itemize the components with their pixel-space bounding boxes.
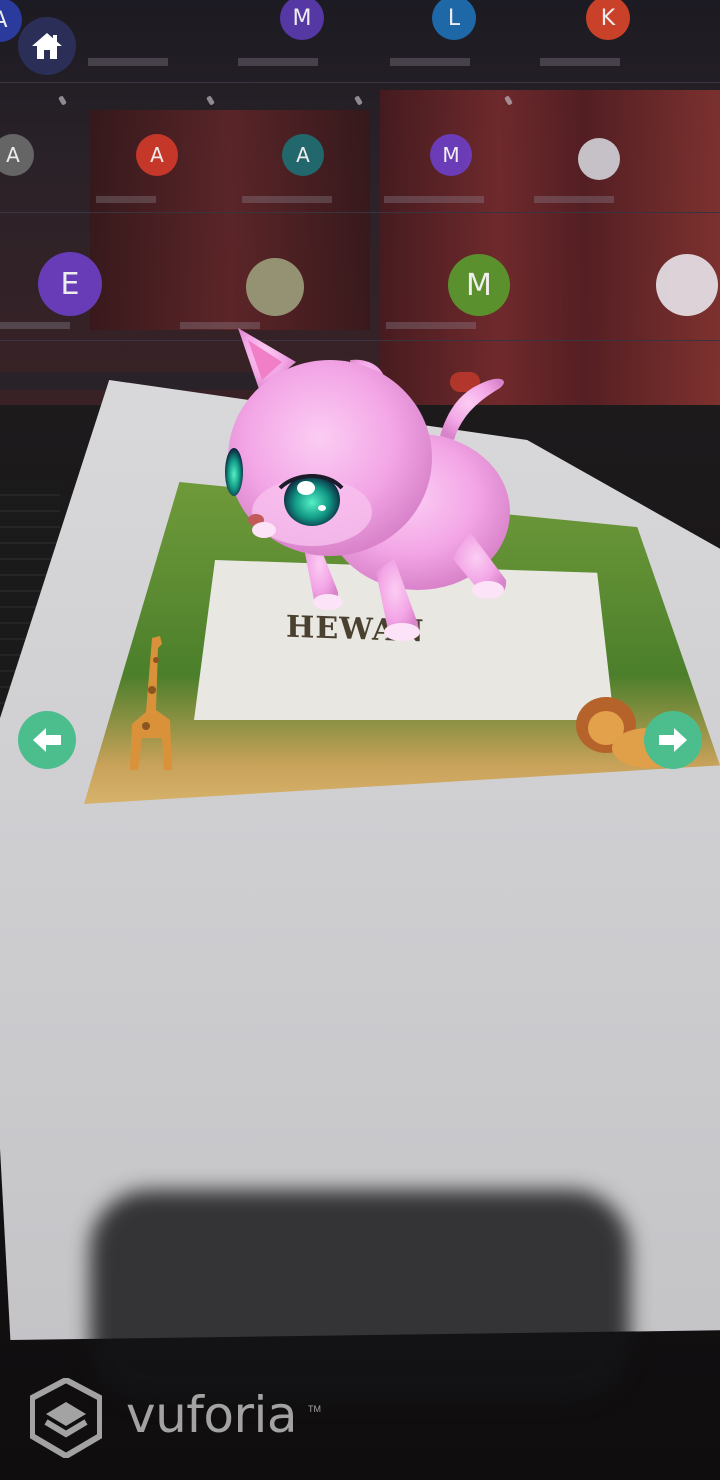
grid-line xyxy=(0,82,720,83)
participant-name-blur xyxy=(238,58,318,66)
participant-name-blur xyxy=(540,58,620,66)
home-icon xyxy=(32,33,62,59)
participant-avatar: A xyxy=(0,134,34,176)
arrow-left-icon xyxy=(33,728,61,752)
participant-avatar: A xyxy=(136,134,178,176)
mic-muted-icon xyxy=(58,95,67,106)
grid-line xyxy=(0,212,720,213)
participant-name-blur xyxy=(242,196,332,203)
participant-photo xyxy=(246,258,304,316)
participant-name-blur xyxy=(384,196,484,203)
ar-camera-view: A M L K A A A M E M HEWAN xyxy=(0,0,720,1480)
participant-photo xyxy=(656,254,718,316)
participant-avatar: L xyxy=(432,0,476,40)
giraffe-illustration xyxy=(130,636,172,770)
pink-kitten-3d-model xyxy=(225,328,510,641)
vuforia-wordmark: vuforia xyxy=(126,1386,298,1444)
mic-muted-icon xyxy=(206,95,215,106)
phone-shadow xyxy=(90,1190,630,1400)
participant-name-blur xyxy=(88,58,168,66)
participant-avatar: E xyxy=(38,252,102,316)
participant-avatar: K xyxy=(586,0,630,40)
participant-avatar: M xyxy=(448,254,510,316)
participant-avatar: A xyxy=(282,134,324,176)
next-model-button[interactable] xyxy=(644,711,702,769)
background-curtain xyxy=(90,110,370,330)
participant-avatar: M xyxy=(280,0,324,40)
vuforia-logo-icon xyxy=(30,1378,102,1458)
participant-name-blur xyxy=(534,196,614,203)
participant-name-blur xyxy=(390,58,470,66)
trademark-symbol: TM xyxy=(308,1404,321,1414)
participant-avatar: M xyxy=(430,134,472,176)
arrow-right-icon xyxy=(659,728,687,752)
mic-muted-icon xyxy=(354,95,363,106)
previous-model-button[interactable] xyxy=(18,711,76,769)
participant-photo xyxy=(578,138,620,180)
participant-name-blur xyxy=(96,196,156,203)
home-button[interactable] xyxy=(18,17,76,75)
participant-name-blur xyxy=(0,322,70,329)
